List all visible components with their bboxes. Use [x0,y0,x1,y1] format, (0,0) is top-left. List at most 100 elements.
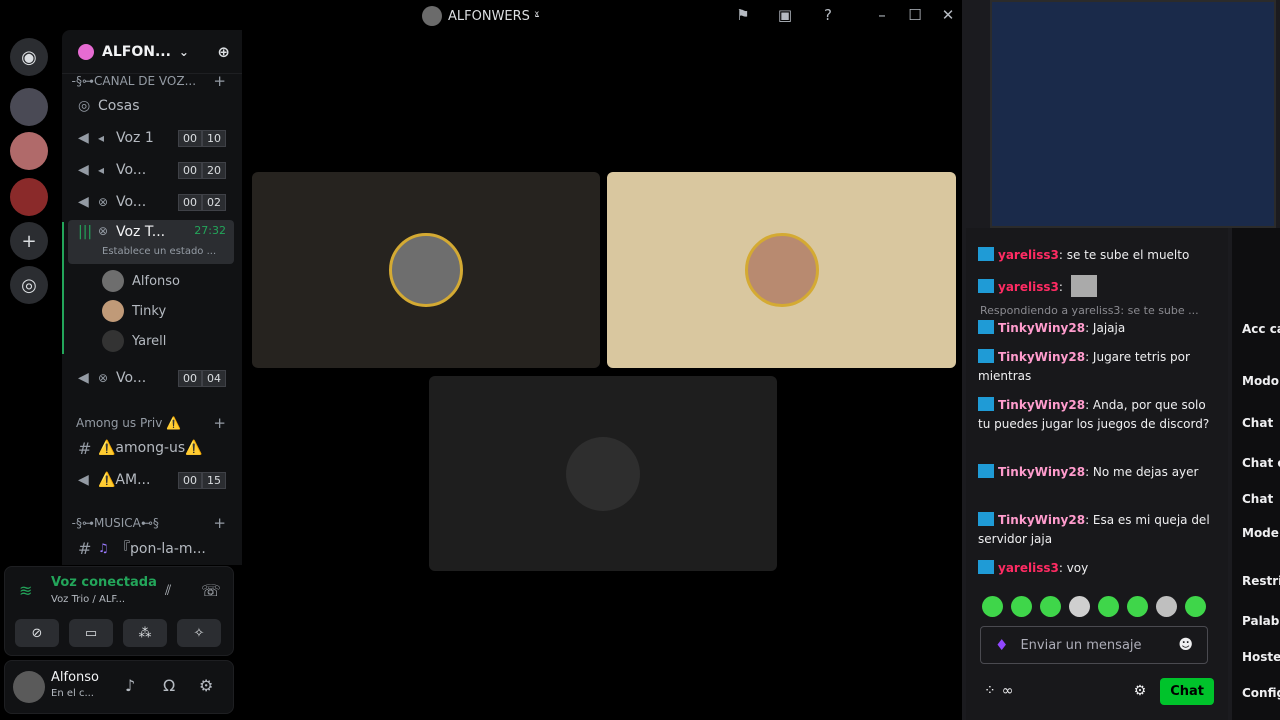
hash-icon: # [78,538,92,558]
speaker-icon: ◀ [78,130,89,146]
add-user-icon[interactable]: ⊕ [217,43,230,61]
reply-preview: Respondiendo a yareliss3: se te sube ... [980,304,1199,317]
server-icon-2[interactable] [10,132,48,170]
settings-item[interactable]: Acc car [1242,322,1280,336]
server-icon-1[interactable] [10,88,48,126]
settings-item[interactable]: Hoste [1242,650,1280,664]
category-among[interactable]: Among us Priv ⚠️ + [76,414,226,432]
server-icon-3[interactable] [10,178,48,216]
emoji-icon[interactable]: ☻ [1178,637,1193,653]
camera-button[interactable]: ⊘ [15,619,59,647]
channel-voz-trio[interactable]: ||| ⊗ Voz T... 27:32 Establece un estado… [68,220,234,264]
speaker-icon: ◂ [98,131,105,145]
channel-among-voice[interactable]: ◀ ⚠️AM... 00 15 [68,466,234,494]
headphones-icon[interactable]: Ω [163,676,175,695]
add-channel-icon[interactable]: + [213,414,226,432]
explore-icon[interactable]: ◎ [10,266,48,304]
chat-send-button[interactable]: Chat [1160,677,1214,705]
user-name[interactable]: Alfonso [51,670,99,685]
microphone-icon[interactable]: ♪ [125,676,135,695]
member-yarell[interactable]: Yarell [102,330,166,352]
server-header[interactable]: ALFON... ⌄ ⊕ [62,30,242,74]
add-server-icon[interactable]: + [10,222,48,260]
add-channel-icon[interactable]: + [213,72,226,90]
channel-label: Cosas [98,98,140,114]
channel-among-us[interactable]: # ⚠️among-us⚠️ [68,434,234,462]
channel-musica[interactable]: # ♫ 『pon-la-m... [68,534,234,562]
participant-tile-tinky[interactable] [607,172,956,368]
avatar [566,436,640,511]
category-musica[interactable]: ̵§⊶MUSICA⊷§ + [76,514,226,532]
participant-tile-alfonso[interactable] [252,172,600,368]
minimize-button[interactable]: – [872,5,892,25]
chat-message: TinkyWiny28: Anda, por que solo tu puede… [978,397,1210,431]
avatar[interactable] [13,671,45,703]
signal-icon[interactable]: ≋ [19,581,32,600]
participant-tile-yarell[interactable] [429,376,777,571]
channel-voz-4[interactable]: ◀ ⊗ Vo... 00 04 [68,364,234,392]
close-button[interactable]: ✕ [938,5,958,25]
voice-status-title: Voz conectada [51,575,157,590]
member-tinky[interactable]: Tinky [102,300,166,322]
microphone-icon[interactable]: ♦ [995,636,1008,654]
member-alfonso[interactable]: Alfonso [102,270,180,292]
webcam-feed [990,0,1276,228]
settings-item[interactable]: Mode con IA [1242,526,1280,540]
channel-voz-3[interactable]: ◀ ⊗ Vo... 00 02 [68,188,234,216]
category-voz[interactable]: ̵̵§⊶CANAL DE VOZ... + [76,72,226,90]
discord-home-icon[interactable]: ◉ [10,38,48,76]
gamepad-icon: ⊗ [98,195,109,209]
hash-icon: # [78,438,92,458]
channel-points-value: ∞ [1001,683,1014,699]
activities-button[interactable]: ⁂ [123,619,167,647]
channel-status[interactable]: Establece un estado ... [102,246,216,257]
flag-icon[interactable]: ⚑ [733,5,753,25]
noise-suppression-icon[interactable]: ⫽ [165,583,171,599]
settings-item[interactable]: Chat [1242,492,1273,506]
voice-channel-link[interactable]: Voz Trio / ALF... [51,594,125,605]
settings-item[interactable]: Chat [1242,416,1273,430]
channel-label: Vo... [116,370,147,386]
gear-icon[interactable]: ⚙ [199,676,213,695]
chat-footer: ⁘ ∞ ⚙ Chat [984,676,1214,706]
chat-input[interactable]: ♦ Enviar un mensaje ☻ [980,626,1208,664]
gamepad-icon: ⊗ [98,224,109,238]
help-icon[interactable]: ? [818,5,838,25]
user-limit: 00 20 [178,161,226,179]
channel-cosas[interactable]: ◎ Cosas [68,92,234,120]
badge-icon [978,320,994,334]
channel-voz-2[interactable]: ◀ ◂ Vo... 00 20 [68,156,234,184]
emote-icon[interactable] [1098,596,1119,617]
emote-icon[interactable] [1127,596,1148,617]
chat-message: TinkyWiny28: Jajaja [978,319,1218,338]
inbox-icon[interactable]: ▣ [775,5,795,25]
member-name: Yarell [132,333,167,349]
settings-item[interactable]: Restri [1242,574,1280,588]
emote-icon[interactable] [1185,596,1206,617]
server-home-icon [78,43,94,60]
settings-item[interactable]: Modo [1242,374,1279,388]
speaker-icon: ◂ [98,163,105,177]
settings-item[interactable]: Palab [1242,614,1279,628]
emote-icon[interactable] [1040,596,1061,617]
add-channel-icon[interactable]: + [213,514,226,532]
emote-icon[interactable] [982,596,1003,617]
soundboard-button[interactable]: ✧ [177,619,221,647]
emote-icon[interactable] [1156,596,1177,617]
channel-label: ⚠️AM... [98,472,151,488]
chat-message: TinkyWiny28: Jugare tetris por mientras [978,349,1190,383]
channel-points-icon[interactable]: ⁘ [984,683,996,699]
disconnect-icon[interactable]: ☏ [201,581,221,600]
category-label: ̵§⊶MUSICA⊷§ [76,516,159,530]
channel-label: ⚠️among-us⚠️ [98,440,203,456]
voice-connection-line [62,222,64,354]
channel-sidebar: ALFON... ⌄ ⊕ ̵̵§⊶CANAL DE VOZ... + ◎ Cos… [62,30,242,565]
channel-voz-1[interactable]: ◀ ◂ Voz 1 00 10 [68,124,234,152]
emote-icon[interactable] [1069,596,1090,617]
screen-share-button[interactable]: ▭ [69,619,113,647]
settings-item[interactable]: Chat c [1242,456,1280,470]
settings-item[interactable]: Config [1242,686,1280,700]
gear-icon[interactable]: ⚙ [1134,683,1147,699]
maximize-button[interactable]: ☐ [905,5,925,25]
emote-icon[interactable] [1011,596,1032,617]
